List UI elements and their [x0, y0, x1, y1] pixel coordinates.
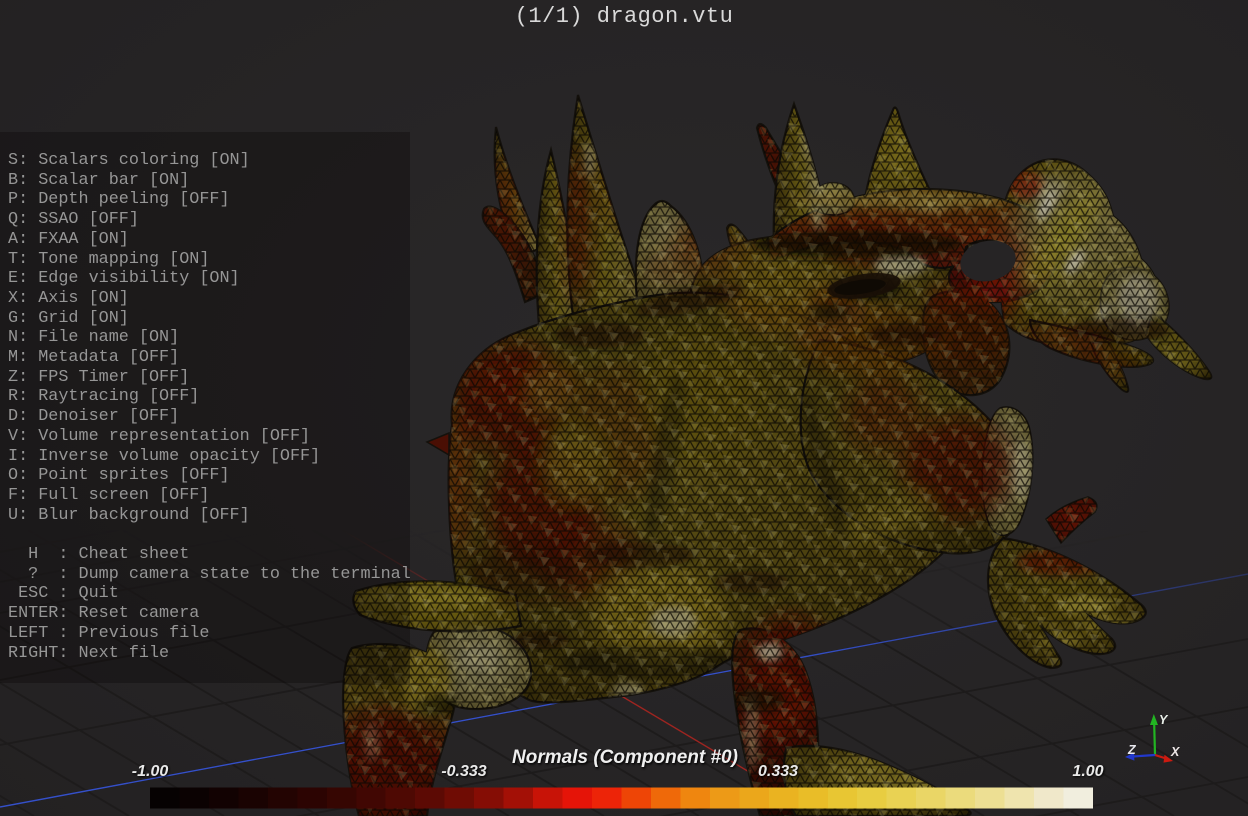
- svg-text:X: X: [1170, 745, 1180, 759]
- svg-text:Y: Y: [1159, 713, 1169, 727]
- svg-text:Z: Z: [1127, 743, 1137, 757]
